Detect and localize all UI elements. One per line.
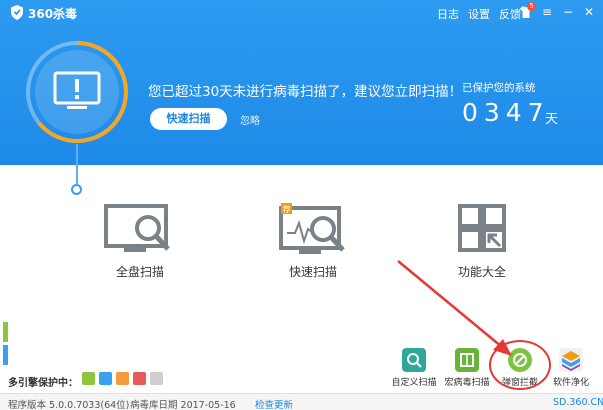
avira-engine-icon[interactable] (133, 372, 146, 385)
ignore-link[interactable]: 忽略 (240, 112, 260, 127)
shield-logo-icon (11, 5, 23, 20)
timeline-dot (71, 184, 82, 195)
full-scan-label: 全盘扫描 (115, 265, 164, 279)
bitdefender-engine-icon[interactable] (150, 372, 163, 385)
cloud-engine-icon[interactable] (82, 372, 95, 385)
quick-scan-button[interactable]: 快速扫描 (150, 108, 227, 130)
software-clean-tool[interactable]: 软件净化 (544, 348, 598, 388)
macro-scan-label: 宏病毒扫描 (444, 378, 490, 388)
scan-warning-message: 您已超过30天未进行病毒扫描了，建议您立即扫描！ (148, 84, 463, 100)
program-version: 程序版本 5.0.0.7033(64位) (8, 400, 130, 410)
minimize-icon[interactable]: − (561, 5, 575, 19)
full-scan-icon (104, 204, 170, 252)
side-accent-green (3, 322, 8, 342)
app-title: 360杀毒 (28, 7, 78, 21)
virus-db-date: 病毒库日期 2017-05-16 (130, 400, 236, 410)
custom-scan-label: 自定义扫描 (391, 378, 437, 388)
menu-icon[interactable]: ≡ (540, 5, 554, 19)
status-ring (26, 41, 128, 143)
feedback-link[interactable]: 反馈 (499, 6, 521, 22)
annotation-highlight-circle (489, 340, 551, 390)
settings-link[interactable]: 设置 (468, 6, 490, 22)
system-repair-icon[interactable] (116, 372, 129, 385)
status-bar: 程序版本 5.0.0.7033(64位) 病毒库日期 2017-05-16 检查… (0, 393, 603, 410)
protected-days: 0347 (462, 98, 550, 127)
log-link[interactable]: 日志 (437, 6, 459, 22)
engine-protection-label: 多引擎保护中： (8, 378, 78, 389)
svg-text:荐: 荐 (283, 204, 291, 214)
quick-scan-icon: 荐 (279, 203, 345, 254)
side-accent-blue (3, 345, 8, 365)
header-banner: 360杀毒 日志 设置 反馈 5 ≡ − ✕ 您已超过30天未进行病毒扫描了，建… (0, 0, 603, 165)
software-clean-label: 软件净化 (552, 378, 589, 388)
software-clean-icon (559, 348, 583, 372)
title-bar: 360杀毒 日志 设置 反馈 5 ≡ − ✕ (0, 0, 603, 26)
timeline-line (76, 144, 78, 184)
notification-badge: 5 (527, 2, 536, 11)
check-update-link[interactable]: 检查更新 (255, 397, 293, 410)
days-unit: 天 (545, 112, 559, 127)
quick-scan-label: 快速扫描 (288, 265, 337, 279)
full-scan-tile[interactable]: 全盘扫描 (95, 203, 185, 280)
feature-grid-icon (458, 204, 506, 252)
protected-label: 已保护您的系统 (462, 82, 536, 94)
close-icon[interactable]: ✕ (582, 5, 596, 19)
qvm-engine-icon[interactable] (99, 372, 112, 385)
quick-scan-tile[interactable]: 荐 快速扫描 (268, 203, 358, 280)
top-links: 日志 设置 反馈 (437, 6, 521, 22)
website-link[interactable]: SD.360.CN (553, 397, 603, 408)
